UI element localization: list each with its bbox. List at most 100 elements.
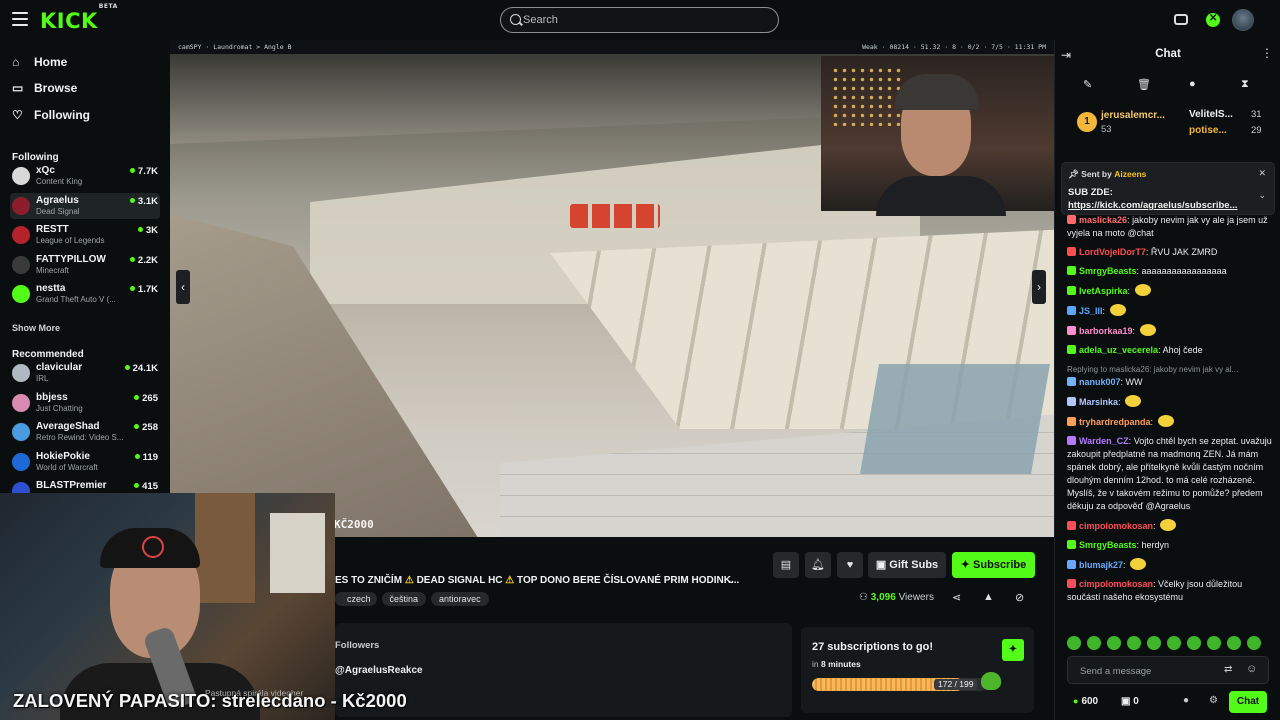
chat-username[interactable]: nanuk007 <box>1079 377 1121 387</box>
tv-icon[interactable] <box>1174 14 1188 25</box>
channel-name: HokiePokie <box>36 450 90 462</box>
chat-input-box[interactable]: ⇄ ☺ <box>1067 656 1269 684</box>
more-options-icon[interactable]: ⋮ <box>1261 46 1273 60</box>
leader-1-name[interactable]: jerusalemcr... <box>1101 110 1165 121</box>
goal-sub-button[interactable]: ✦ <box>1002 639 1024 661</box>
chat-username[interactable]: blumajk27 <box>1079 560 1123 570</box>
send-chat-button[interactable]: Chat <box>1229 691 1267 713</box>
chat-username[interactable]: LordVojelDorT7 <box>1079 247 1146 257</box>
emoji-icon[interactable]: ☺ <box>1246 663 1257 675</box>
chat-username[interactable]: barborkaa19 <box>1079 326 1133 336</box>
emote-icon[interactable] <box>1227 636 1241 650</box>
chat-username[interactable]: adela_uz_vecerela <box>1079 345 1158 355</box>
video-player[interactable]: camSPY · Laundromat > Angle B Weak · 082… <box>170 40 1054 537</box>
translate-icon[interactable]: ⇄ <box>1224 664 1232 675</box>
sidebar: ⌂ Home ▭ Browse ♡ Following Following xQc Co… <box>0 40 170 495</box>
video-next-arrow[interactable]: › <box>1032 270 1046 304</box>
channel-category: Content King <box>36 177 83 186</box>
nav-browse[interactable]: ▭ Browse <box>12 78 77 98</box>
chat-username[interactable]: JS_III <box>1079 306 1103 316</box>
channel-name: xQc <box>36 165 55 176</box>
channel-item[interactable]: Agraelus Dead Signal 3.1K <box>10 192 160 219</box>
show-more-link[interactable]: Show More <box>12 323 60 333</box>
user-avatar[interactable] <box>1232 9 1254 31</box>
leader-2-name[interactable]: VelitelS... <box>1189 109 1233 120</box>
notification-bell-button[interactable]: 🔔︎ <box>805 552 831 578</box>
channel-name: Agraelus <box>36 194 79 206</box>
channel-item[interactable]: xQc Content King 7.7K <box>10 163 160 189</box>
follow-heart-button[interactable]: ♥ <box>837 552 863 578</box>
chat-username[interactable]: IvetAspirka <box>1079 286 1128 296</box>
emote-icon[interactable] <box>1167 636 1181 650</box>
emote-icon[interactable] <box>1207 636 1221 650</box>
chat-bubble-icon[interactable]: ● <box>1189 78 1196 90</box>
search-bar[interactable] <box>500 7 779 33</box>
leader-3-name[interactable]: potise... <box>1189 125 1227 136</box>
chevron-down-icon[interactable]: ⌄ <box>1258 190 1266 201</box>
tag[interactable]: antioravec <box>431 592 489 606</box>
channel-avatar <box>12 393 30 412</box>
channel-item[interactable]: nestta Grand Theft Auto V (... 1.7K <box>10 281 160 307</box>
nav-browse-label: Browse <box>34 81 78 95</box>
points-balance[interactable]: 600 <box>1073 696 1098 707</box>
gear-icon[interactable]: ⚙ <box>1209 695 1218 706</box>
pinned-link[interactable]: https://kick.com/agraelus/subscribe... <box>1068 200 1237 211</box>
channel-item[interactable]: RESTT League of Legends 3K <box>10 222 160 248</box>
chat-username[interactable]: cimpolomokosan <box>1079 521 1153 531</box>
chat-footer: 600 ▣ 0 ● ⚙ Chat <box>1055 691 1280 713</box>
nav-home[interactable]: ⌂ Home <box>12 52 67 72</box>
clip-button[interactable]: ▤ <box>773 552 799 578</box>
gift-count[interactable]: ▣ 0 <box>1121 696 1139 707</box>
chat-username[interactable]: tryhardredpanda <box>1079 417 1151 427</box>
chat-username[interactable]: cimpolomokosan <box>1079 579 1153 589</box>
emote-icon[interactable] <box>1127 636 1141 650</box>
emote-icon[interactable] <box>1187 636 1201 650</box>
chat-username[interactable]: SmrgyBeasts <box>1079 266 1137 276</box>
trash-icon[interactable]: 🗑︎ <box>1137 78 1151 91</box>
channel-item[interactable]: AverageShad Retro Rewind: Video S... 258 <box>10 419 160 445</box>
channel-item[interactable]: HokiePokie World of Warcraft 119 <box>10 449 160 475</box>
channel-item[interactable]: clavicular IRL 24.1K <box>10 360 160 386</box>
chevron-down-icon[interactable]: ⌄ <box>727 575 735 586</box>
tag[interactable]: czech <box>335 592 377 606</box>
mute-icon[interactable]: ⊘ <box>1015 591 1024 604</box>
gift-subs-button[interactable]: ▣ Gift Subs <box>868 552 946 578</box>
chat-username[interactable]: SmrgyBeasts <box>1079 540 1137 550</box>
subscribe-label: Subscribe <box>973 559 1027 571</box>
viewers-number: 3,096 <box>870 592 896 603</box>
reply-reference[interactable]: Replying to maslicka26: jakoby nevim jak… <box>1067 363 1277 376</box>
chat-bubble-icon[interactable]: ● <box>1183 695 1189 706</box>
emote-icon[interactable] <box>1107 636 1121 650</box>
hourglass-icon[interactable]: ⧗ <box>1241 78 1249 91</box>
emote-icon[interactable] <box>1247 636 1261 650</box>
emote-icon[interactable] <box>1147 636 1161 650</box>
emote-icon[interactable] <box>1067 636 1081 650</box>
unpin-icon[interactable]: ✕ <box>1258 168 1266 179</box>
chat-username[interactable]: Warden_CZ <box>1079 436 1129 446</box>
channel-avatar <box>12 364 30 382</box>
star-icon: ✦ <box>960 559 974 571</box>
menu-icon[interactable] <box>12 12 28 26</box>
search-input[interactable] <box>523 11 773 29</box>
nav-following[interactable]: ♡ Following <box>12 105 90 125</box>
channel-item[interactable]: bbjess Just Chatting 265 <box>10 390 160 416</box>
channel-item[interactable]: FATTYPILLOW Minecraft 2.2K <box>10 252 160 278</box>
kick-x-icon[interactable] <box>1206 13 1220 27</box>
channel-viewers: 1.7K <box>130 284 158 295</box>
user-badge-icon <box>1067 436 1076 445</box>
chat-message-input[interactable] <box>1080 663 1220 679</box>
chat-username[interactable]: maslicka26 <box>1079 215 1127 225</box>
report-icon[interactable]: ▲ <box>983 591 994 603</box>
user-badge-icon <box>1067 540 1076 549</box>
channel-name: AverageShad <box>36 421 100 432</box>
video-prev-arrow[interactable]: ‹ <box>176 270 190 304</box>
tag[interactable]: čeština <box>381 592 427 606</box>
channel-avatar <box>12 226 30 244</box>
subscribe-button[interactable]: ✦ Subscribe <box>952 552 1035 578</box>
pin-icon[interactable]: ✎ <box>1083 78 1092 91</box>
kick-logo[interactable]: KICKBETA <box>40 3 118 33</box>
chat-username[interactable]: Marsinka <box>1079 397 1118 407</box>
channel-handle[interactable]: @AgraelusReakce <box>335 665 423 676</box>
emote-icon[interactable] <box>1087 636 1101 650</box>
share-icon[interactable]: ⋖ <box>952 591 961 604</box>
